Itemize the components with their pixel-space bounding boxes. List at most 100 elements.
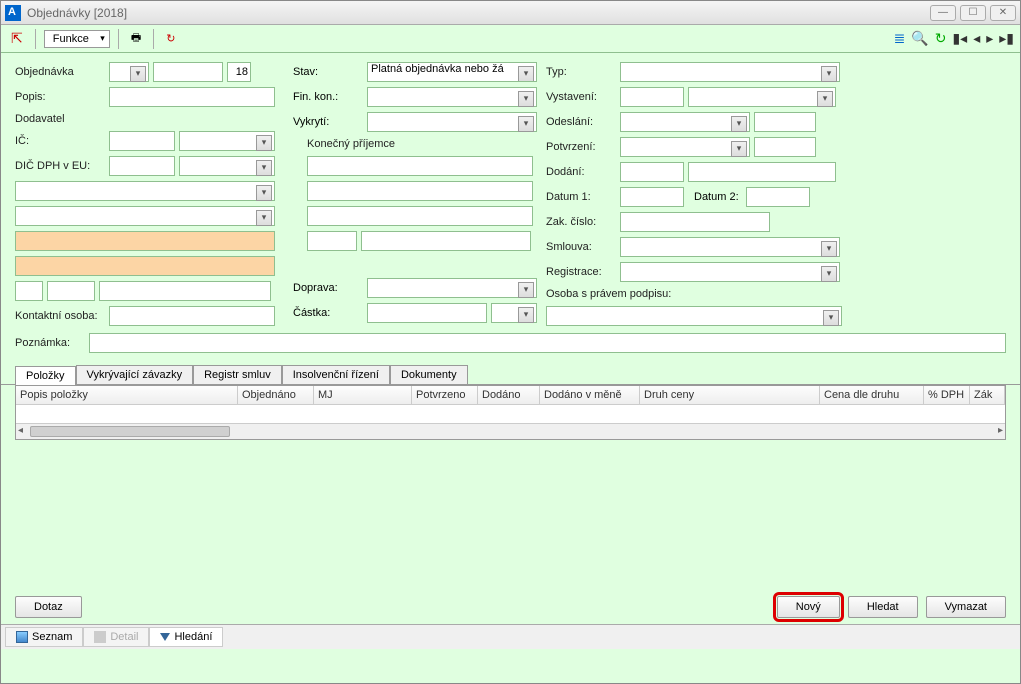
prev-icon[interactable]: ◂ — [973, 30, 980, 47]
konecny-3[interactable] — [307, 206, 533, 226]
col-mj[interactable]: MJ — [314, 386, 412, 404]
tab-vykryvajici[interactable]: Vykrývající závazky — [76, 365, 194, 384]
finkon-combo[interactable] — [367, 87, 537, 107]
popis-label: Popis: — [15, 91, 105, 103]
stav-combo[interactable]: Platná objednávka nebo žá — [367, 62, 537, 82]
close-button[interactable]: ✕ — [990, 5, 1016, 21]
addr-1[interactable] — [15, 281, 43, 301]
potvrzeni-combo[interactable] — [620, 137, 750, 157]
ic-combo[interactable] — [179, 131, 275, 151]
tab-dokumenty[interactable]: Dokumenty — [390, 365, 468, 384]
kontakt-input[interactable] — [109, 306, 275, 326]
typ-label: Typ: — [546, 66, 616, 78]
doprava-label: Doprava: — [293, 282, 363, 294]
dodani-label: Dodání: — [546, 166, 616, 178]
ic-input[interactable] — [109, 131, 175, 151]
dodani-2[interactable] — [688, 162, 836, 182]
tab-hledani-label: Hledání — [174, 631, 212, 643]
konecny-4a[interactable] — [307, 231, 357, 251]
supplier-orange-2[interactable] — [15, 256, 275, 276]
tab-seznam[interactable]: Seznam — [5, 627, 83, 647]
vystaveni-date[interactable] — [620, 87, 684, 107]
tab-detail[interactable]: Detail — [83, 627, 149, 647]
konecny-4b[interactable] — [361, 231, 531, 251]
objednavka-num[interactable] — [153, 62, 223, 82]
col-objednano[interactable]: Objednáno — [238, 386, 314, 404]
minimize-button[interactable]: — — [930, 5, 956, 21]
hledat-button[interactable]: Hledat — [848, 596, 918, 618]
list-icon[interactable]: ≣ — [894, 30, 906, 47]
print-icon[interactable]: 🖶 — [127, 27, 145, 50]
tab-insolvencni[interactable]: Insolvenční řízení — [282, 365, 390, 384]
dic-input[interactable] — [109, 156, 175, 176]
dic-combo[interactable] — [179, 156, 275, 176]
supplier-combo-1[interactable] — [15, 181, 275, 201]
toolbar: ⇱ Funkce 🖶 ↻ ≣ 🔍 ↻ ▮◂ ◂ ▸ ▸▮ — [1, 25, 1020, 53]
window-title: Objednávky [2018] — [27, 6, 127, 20]
datum2-input[interactable] — [746, 187, 810, 207]
col-cena-druh[interactable]: Cena dle druhu — [820, 386, 924, 404]
vykryti-combo[interactable] — [367, 112, 537, 132]
col-druh-ceny[interactable]: Druh ceny — [640, 386, 820, 404]
tab-polozky[interactable]: Položky — [15, 366, 76, 385]
zakcislo-input[interactable] — [620, 212, 770, 232]
refresh-icon[interactable]: ↻ — [162, 30, 179, 47]
tab-registr[interactable]: Registr smluv — [193, 365, 282, 384]
first-icon[interactable]: ▮◂ — [952, 30, 967, 47]
novy-button[interactable]: Nový — [777, 596, 840, 618]
col-dodano[interactable]: Dodáno — [478, 386, 540, 404]
objednavka-year[interactable] — [227, 62, 251, 82]
doprava-combo[interactable] — [367, 278, 537, 298]
odeslani-combo[interactable] — [620, 112, 750, 132]
poznamka-input[interactable] — [89, 333, 1006, 353]
reload-icon[interactable]: ↻ — [935, 30, 947, 47]
zakcislo-label: Zak. číslo: — [546, 216, 616, 228]
odeslani-date[interactable] — [754, 112, 816, 132]
popis-input[interactable] — [109, 87, 275, 107]
castka-input[interactable] — [367, 303, 487, 323]
app-window: Objednávky [2018] — ☐ ✕ ⇱ Funkce 🖶 ↻ ≣ 🔍… — [0, 0, 1021, 684]
col-zak[interactable]: Zák — [970, 386, 1005, 404]
exit-icon[interactable]: ⇱ — [7, 28, 27, 49]
konecny-2[interactable] — [307, 181, 533, 201]
supplier-orange-1[interactable] — [15, 231, 275, 251]
tab-hledani[interactable]: Hledání — [149, 627, 223, 647]
smlouva-combo[interactable] — [620, 237, 840, 257]
form-area: Objednávka Popis: Dodavatel IČ: DIČ DPH … — [1, 53, 1020, 331]
typ-combo[interactable] — [620, 62, 840, 82]
konecny-1[interactable] — [307, 156, 533, 176]
addr-2[interactable] — [47, 281, 95, 301]
datum1-input[interactable] — [620, 187, 684, 207]
last-icon[interactable]: ▸▮ — [999, 30, 1014, 47]
col-potvrzeno[interactable]: Potvrzeno — [412, 386, 478, 404]
datum2-label: Datum 2: — [688, 191, 742, 203]
addr-3[interactable] — [99, 281, 271, 301]
odeslani-label: Odeslání: — [546, 116, 616, 128]
dotaz-button[interactable]: Dotaz — [15, 596, 82, 618]
osoba-podpis-combo[interactable] — [546, 306, 842, 326]
objednavka-combo[interactable] — [109, 62, 149, 82]
registrace-combo[interactable] — [620, 262, 840, 282]
finkon-label: Fin. kon.: — [293, 91, 363, 103]
stav-value: Platná objednávka nebo žá — [371, 63, 504, 75]
col-pdph[interactable]: % DPH — [924, 386, 970, 404]
supplier-combo-2[interactable] — [15, 206, 275, 226]
potvrzeni-date[interactable] — [754, 137, 816, 157]
potvrzeni-label: Potvrzení: — [546, 141, 616, 153]
castka-combo[interactable] — [491, 303, 537, 323]
binoculars-icon[interactable]: 🔍 — [911, 30, 928, 47]
items-grid[interactable]: Popis položky Objednáno MJ Potvrzeno Dod… — [15, 385, 1006, 440]
grid-h-scrollbar[interactable] — [16, 423, 1005, 439]
grid-empty-area — [15, 440, 1006, 590]
funkce-dropdown[interactable]: Funkce — [44, 30, 110, 48]
col-dodano-mene[interactable]: Dodáno v měně — [540, 386, 640, 404]
next-icon[interactable]: ▸ — [986, 30, 993, 47]
col-popis[interactable]: Popis položky — [16, 386, 238, 404]
vystaveni-combo[interactable] — [688, 87, 836, 107]
detail-icon — [94, 631, 106, 643]
vykryti-label: Vykrytí: — [293, 116, 363, 128]
dodani-1[interactable] — [620, 162, 684, 182]
konecny-label: Konečný příjemce — [293, 138, 538, 150]
maximize-button[interactable]: ☐ — [960, 5, 986, 21]
vymazat-button[interactable]: Vymazat — [926, 596, 1006, 618]
